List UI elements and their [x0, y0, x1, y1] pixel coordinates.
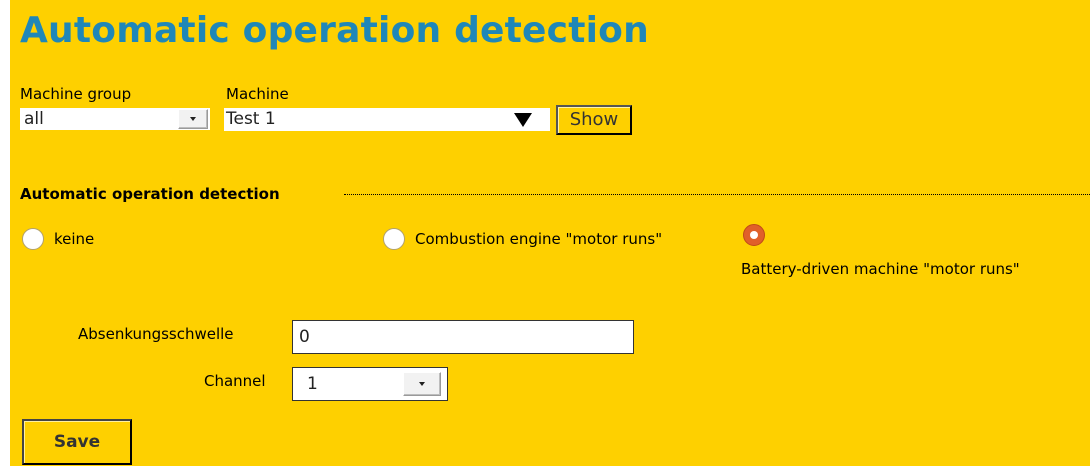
machine-group-select[interactable]: all — [20, 108, 210, 130]
dropdown-arrow-icon[interactable] — [514, 113, 532, 127]
threshold-label: Absenkungsschwelle — [78, 325, 234, 343]
detection-section-legend: Automatic operation detection — [20, 185, 280, 203]
channel-value: 1 — [307, 374, 318, 394]
channel-dropdown-button[interactable] — [403, 372, 441, 396]
save-button[interactable]: Save — [22, 419, 132, 465]
radio-keine[interactable] — [22, 228, 44, 250]
show-button[interactable]: Show — [556, 105, 632, 135]
radio-selected-dot-icon — [750, 231, 758, 239]
machine-group-value: all — [24, 109, 44, 129]
threshold-input[interactable]: 0 — [292, 320, 634, 354]
legend-divider — [344, 194, 1090, 195]
radio-combustion-engine[interactable] — [383, 228, 405, 250]
chevron-down-icon — [190, 117, 196, 121]
radio-label-keine: keine — [54, 230, 95, 248]
machine-label: Machine — [226, 85, 289, 103]
main-panel: Automatic operation detection Machine gr… — [10, 0, 1090, 466]
channel-select[interactable]: 1 — [292, 367, 448, 401]
radio-label-battery-driven: Battery-driven machine "motor runs" — [741, 260, 1020, 278]
chevron-down-icon — [419, 382, 425, 386]
machine-select[interactable]: Test 1 — [224, 108, 550, 131]
page-title: Automatic operation detection — [20, 10, 649, 51]
machine-group-label: Machine group — [20, 85, 132, 103]
threshold-value: 0 — [299, 327, 310, 347]
radio-label-combustion-engine: Combustion engine "motor runs" — [415, 230, 663, 248]
machine-value: Test 1 — [226, 109, 276, 129]
channel-label: Channel — [204, 372, 266, 390]
machine-group-dropdown-button[interactable] — [178, 109, 208, 129]
radio-battery-driven[interactable] — [743, 224, 765, 246]
